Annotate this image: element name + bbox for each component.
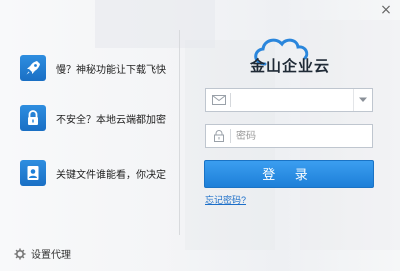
forgot-password-link[interactable]: 忘记密码? — [205, 193, 246, 206]
close-button[interactable]: × — [378, 2, 394, 18]
feature-text: 不安全？本地云端都加密 — [56, 114, 166, 126]
rocket-icon — [20, 55, 46, 81]
account-dropdown-button[interactable] — [353, 89, 372, 111]
field-separator — [230, 129, 231, 143]
lock-icon — [20, 105, 46, 131]
feature-item-security: 不安全？本地云端都加密 — [20, 105, 166, 131]
password-input[interactable] — [236, 127, 354, 145]
email-input[interactable] — [236, 91, 354, 109]
field-separator — [230, 93, 231, 107]
user-file-icon — [20, 160, 46, 186]
chevron-down-icon — [359, 97, 367, 102]
brand-name: 金山企业云 — [250, 58, 331, 75]
feature-item-permissions: 关键文件谁能看，你决定 — [20, 160, 166, 186]
login-button[interactable]: 登 录 — [204, 160, 374, 188]
footer-bar: 设置代理 — [0, 238, 400, 271]
login-window: × 慢？神秘功能让下载飞快 不安全？本地云端都加密 关键文件谁能看，你决定 金山… — [0, 0, 400, 271]
feature-text: 关键文件谁能看，你决定 — [56, 169, 166, 181]
feature-text: 慢？神秘功能让下载飞快 — [56, 64, 166, 76]
email-field — [205, 88, 373, 112]
proxy-settings-button[interactable]: 设置代理 — [14, 246, 71, 261]
feature-item-speed: 慢？神秘功能让下载飞快 — [20, 55, 166, 81]
mail-icon — [212, 95, 226, 105]
divider — [179, 30, 180, 235]
password-field — [205, 124, 373, 148]
lock-icon — [214, 130, 224, 142]
gear-icon — [14, 248, 26, 259]
proxy-settings-label: 设置代理 — [31, 250, 71, 261]
